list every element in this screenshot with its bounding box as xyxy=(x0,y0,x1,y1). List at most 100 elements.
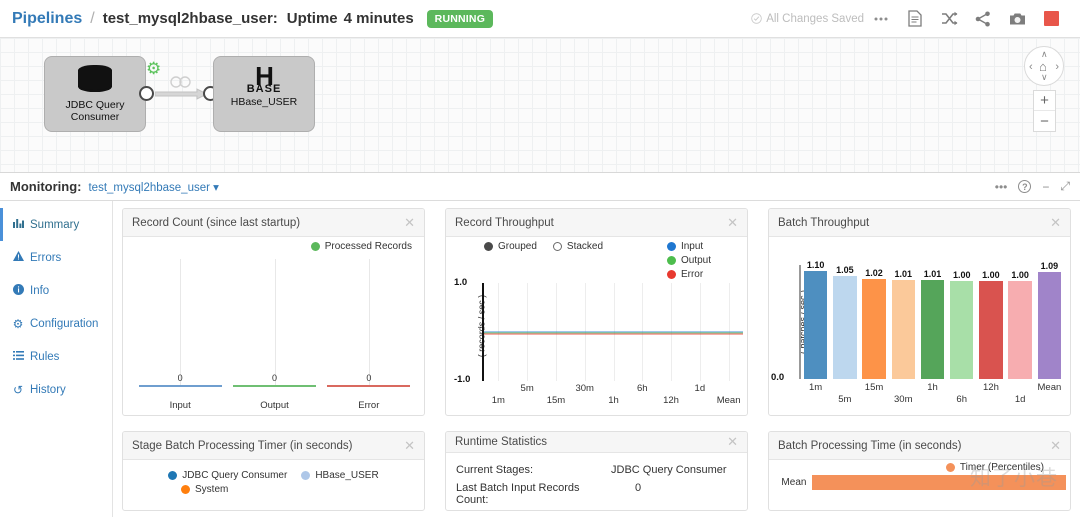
bar-value-label: 1.00 xyxy=(1011,269,1029,280)
x-axis-tick-label: 6h xyxy=(956,394,968,405)
sidebar-item-label: History xyxy=(30,383,66,396)
expand-icon[interactable]: ⤢ xyxy=(1060,179,1070,194)
close-icon[interactable]: ✕ xyxy=(1050,215,1061,231)
close-icon[interactable]: ✕ xyxy=(404,438,415,454)
bar[interactable] xyxy=(232,385,316,387)
minimize-icon[interactable]: − xyxy=(1042,180,1049,194)
record-throughput-chart[interactable]: 1m 5m 15m 30m 1h 6h 12h 1d Mean xyxy=(484,283,743,406)
bar[interactable] xyxy=(138,385,222,387)
snapshot-shuffle-icon[interactable] xyxy=(932,0,966,38)
legend-swatch xyxy=(310,242,320,251)
close-icon[interactable]: ✕ xyxy=(1050,438,1061,454)
panel-title: Batch Throughput xyxy=(778,216,870,229)
bar[interactable] xyxy=(920,279,945,379)
x-axis-tick-label: 1d xyxy=(694,383,706,394)
stage-label-line2: Consumer xyxy=(70,111,120,123)
chart-legend: Timer (Percentiles) xyxy=(769,460,1070,473)
canvas-zoom-control[interactable]: + − xyxy=(1033,90,1056,132)
stat-value: 0 xyxy=(635,482,642,494)
camera-icon[interactable] xyxy=(1000,0,1034,38)
mode-option-stacked[interactable]: Stacked xyxy=(552,241,604,252)
bar[interactable] xyxy=(327,385,411,387)
stop-pipeline-icon[interactable] xyxy=(1034,0,1068,38)
panel-title: Record Throughput xyxy=(455,216,554,229)
preview-document-icon[interactable] xyxy=(898,0,932,38)
legend-swatch xyxy=(945,463,955,472)
top-toolbar: Pipelines / test_mysql2hbase_user: Uptim… xyxy=(0,0,1080,38)
x-axis-tick-label: Error xyxy=(358,400,380,411)
mode-option-grouped[interactable]: Grouped xyxy=(484,241,537,252)
series-line-error[interactable] xyxy=(484,332,743,335)
bar-value-label: 1.05 xyxy=(836,264,854,275)
sidebar-item-history[interactable]: ↺ History xyxy=(0,373,112,406)
stat-value: JDBC Query Consumer xyxy=(611,464,727,476)
x-axis-tick-label: Mean xyxy=(716,395,741,406)
sidebar-item-rules[interactable]: Rules xyxy=(0,340,112,373)
monitoring-pipeline-selector[interactable]: test_mysql2hbase_user ▾ xyxy=(88,180,218,194)
bar[interactable] xyxy=(833,275,857,379)
pan-left-icon[interactable]: ‹ xyxy=(1029,61,1033,73)
x-axis-tick-label: 1m xyxy=(491,395,505,406)
bar-value-label: 0 xyxy=(177,373,183,383)
bar[interactable] xyxy=(803,270,828,379)
hbase-logo-sub: BASE xyxy=(246,83,282,95)
more-options-icon[interactable]: ••• xyxy=(995,180,1008,194)
sidebar-item-errors[interactable]: Errors xyxy=(0,241,112,274)
panel-stage-batch-timer: Stage Batch Processing Timer (in seconds… xyxy=(122,431,425,511)
bar[interactable] xyxy=(979,280,1003,379)
gear-icon: ⚙ xyxy=(146,59,162,78)
stat-row: Last Batch Input Records Count: 0 xyxy=(452,476,741,506)
stage-node-jdbc-query-consumer[interactable]: ⚙ JDBC Query Consumer xyxy=(44,56,161,132)
sidebar-item-summary[interactable]: Summary xyxy=(0,208,112,241)
mode-label: Stacked xyxy=(566,241,604,252)
more-options-icon[interactable] xyxy=(864,0,898,38)
all-changes-saved-status: All Changes Saved xyxy=(751,13,864,25)
x-axis-tick-label: 15m xyxy=(864,382,884,393)
legend-label: System xyxy=(195,484,229,495)
panel-header: Record Throughput ✕ xyxy=(446,209,747,237)
output-port-jdbc[interactable] xyxy=(139,86,154,101)
x-axis-tick-label: 5m xyxy=(520,383,534,394)
panel-record-throughput: Record Throughput ✕ Grouped Stacked Inpu… xyxy=(445,208,748,416)
help-icon[interactable]: ? xyxy=(1018,180,1032,193)
x-axis-tick-label: 12h xyxy=(663,395,679,406)
legend-swatch xyxy=(301,471,311,480)
sidebar-item-info[interactable]: Info xyxy=(0,274,112,307)
monitoring-sidebar: Summary Errors Info ⚙ Configuration Rule… xyxy=(0,201,113,517)
radio-unselected-icon xyxy=(552,242,562,251)
chart-legend: Input Output Error xyxy=(666,241,711,280)
bar-row[interactable]: Mean xyxy=(769,473,1070,492)
close-icon[interactable]: ✕ xyxy=(727,215,738,231)
bar[interactable] xyxy=(862,278,886,379)
bar[interactable] xyxy=(1037,271,1062,379)
chart-legend-row2: System xyxy=(129,484,418,495)
pan-home-icon[interactable]: ⌂ xyxy=(1039,59,1047,74)
panel-title: Record Count (since last startup) xyxy=(132,216,301,229)
bar[interactable] xyxy=(1008,280,1032,379)
pan-right-icon[interactable]: › xyxy=(1055,61,1059,73)
panel-title: Runtime Statistics xyxy=(455,436,548,448)
batch-throughput-chart[interactable]: 1.10 1m 1.05 5m 1.02 15m 1.01 30m 1.01 1h 1.00 6h 1.… xyxy=(801,260,1064,405)
panel-batch-processing-time: Batch Processing Time (in seconds) ✕ 知了小… xyxy=(768,431,1071,511)
sidebar-item-configuration[interactable]: ⚙ Configuration xyxy=(0,307,112,340)
bar[interactable] xyxy=(891,279,915,379)
x-axis-tick-label: 1h xyxy=(608,395,619,406)
legend-item: JDBC Query Consumer xyxy=(168,470,287,481)
canvas-pan-control[interactable]: ∧ ∨ ‹ › ⌂ xyxy=(1024,46,1064,86)
close-icon[interactable]: ✕ xyxy=(404,215,415,231)
stage-label-line1: JDBC Query xyxy=(65,99,125,111)
record-count-chart[interactable]: 0 Input 0 Output 0 Error xyxy=(133,259,416,411)
pipeline-canvas[interactable]: ⚙ JDBC Query Consumer H BASE HBase_USER … xyxy=(0,38,1080,173)
panel-header: Runtime Statistics ✕ xyxy=(446,432,747,453)
legend-label: Error xyxy=(680,269,704,280)
zoom-in-button[interactable]: + xyxy=(1034,91,1055,111)
bar-mean[interactable] xyxy=(812,475,1066,490)
share-icon[interactable] xyxy=(966,0,1000,38)
close-icon[interactable]: ✕ xyxy=(727,434,738,450)
stat-key: Last Batch Input Records Count: xyxy=(456,482,580,506)
bar[interactable] xyxy=(950,280,974,379)
grid-line xyxy=(368,259,370,387)
zoom-out-button[interactable]: − xyxy=(1034,111,1055,131)
breadcrumb-pipelines-link[interactable]: Pipelines xyxy=(12,10,82,28)
stage-node-hbase-user[interactable]: H BASE HBase_USER xyxy=(213,56,315,132)
